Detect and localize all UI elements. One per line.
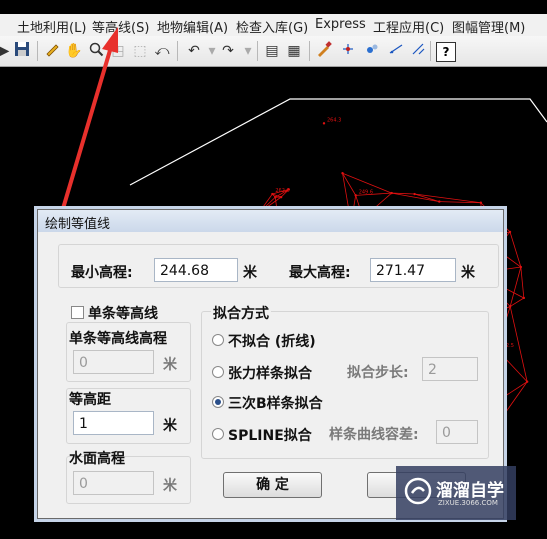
- max-elevation-field[interactable]: 271.47: [370, 258, 456, 282]
- fit-cubic-b-spline-label: 三次B样条拟合: [228, 393, 323, 413]
- single-contour-checkbox[interactable]: [71, 306, 84, 319]
- interval-field[interactable]: 1: [73, 411, 154, 435]
- fit-method-label: 拟合方式: [211, 303, 271, 323]
- water-height-field[interactable]: 0: [73, 471, 154, 495]
- watermark-logo-icon: [404, 477, 432, 505]
- fit-none-label: 不拟合 (折线): [228, 331, 316, 351]
- watermark: 溜溜自学 ZIXUE.3066.COM: [396, 466, 516, 520]
- max-elevation-label: 最大高程:: [289, 262, 351, 282]
- single-height-label: 单条等高线高程: [69, 328, 167, 348]
- spline-tolerance-label: 样条曲线容差:: [329, 424, 419, 444]
- interval-label: 等高距: [69, 389, 111, 409]
- single-height-field[interactable]: 0: [73, 350, 154, 374]
- fit-none-radio[interactable]: [212, 334, 224, 346]
- dialog-title: 绘制等值线: [45, 213, 110, 232]
- single-contour-label: 单条等高线: [88, 303, 158, 323]
- fit-tension-spline-radio[interactable]: [212, 366, 224, 378]
- unit-label: 米: [163, 415, 177, 435]
- fit-tension-spline-label: 张力样条拟合: [228, 363, 312, 383]
- unit-label: 米: [163, 475, 177, 495]
- ok-button[interactable]: 确 定: [223, 472, 322, 498]
- watermark-subtitle: ZIXUE.3066.COM: [438, 499, 498, 507]
- watermark-title: 溜溜自学: [436, 476, 504, 501]
- min-elevation-field[interactable]: 244.68: [154, 258, 238, 282]
- spline-tolerance-field[interactable]: 0: [436, 420, 478, 444]
- dialog-titlebar[interactable]: 绘制等值线: [38, 210, 503, 232]
- fit-step-label: 拟合步长:: [347, 362, 409, 382]
- unit-label: 米: [243, 262, 257, 282]
- min-elevation-label: 最小高程:: [71, 262, 133, 282]
- unit-label: 米: [461, 262, 475, 282]
- fit-step-field[interactable]: 2: [422, 357, 478, 381]
- fit-spline-label: SPLINE拟合: [228, 425, 312, 445]
- unit-label: 米: [163, 354, 177, 374]
- fit-cubic-b-spline-radio[interactable]: [212, 396, 224, 408]
- fit-spline-radio[interactable]: [212, 428, 224, 440]
- water-height-label: 水面高程: [69, 448, 125, 468]
